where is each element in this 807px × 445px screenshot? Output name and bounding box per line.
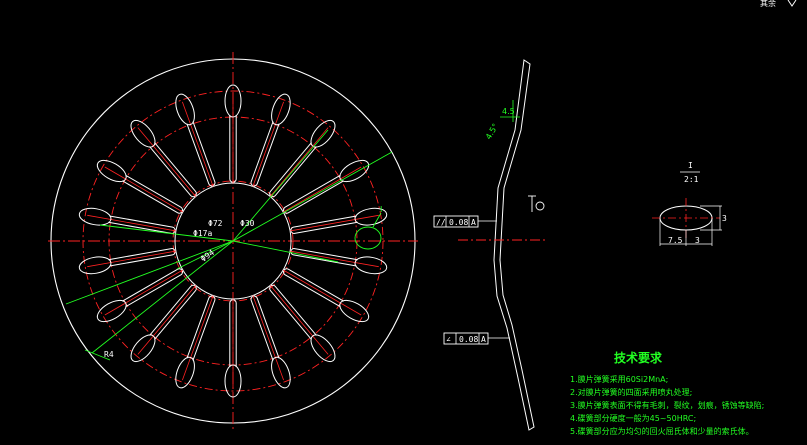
tol2-datum: A: [481, 335, 486, 344]
side-angle-dim: 4.5: [502, 107, 515, 116]
front-view: Φ72 Φ30 Φ17a Φ94 R4 I: [48, 52, 418, 430]
radial-slot: [78, 248, 176, 275]
corner-label: 其余: [760, 0, 776, 8]
radial-slot: [290, 207, 388, 234]
tech-req-item-3: 3.膜片弹簧表面不得有毛刺，裂纹，划痕，锈蚀等缺陷;: [570, 400, 764, 410]
slot-centerline: [87, 250, 176, 268]
radial-slot: [224, 84, 242, 183]
radial-slot: [175, 295, 216, 389]
detail-view: I 2:1 7.5 3 3: [652, 161, 727, 246]
radial-slot: [269, 284, 336, 363]
slot-centerline: [283, 166, 362, 213]
slot-centerline: [290, 214, 379, 232]
detail-callout-circle: [354, 226, 382, 250]
radial-slot: [130, 119, 197, 198]
detail-title: I: [688, 161, 693, 170]
dim-phi30: Φ30: [240, 219, 255, 228]
tech-req-item-1: 1.膜片弹簧采用60Si2MnA;: [570, 374, 668, 384]
slot-centerline: [252, 101, 284, 187]
tol1-symbol: //: [436, 218, 446, 227]
detail-scale: 2:1: [684, 175, 699, 184]
side-angle-top: 4.5°: [484, 122, 500, 141]
cad-drawing-canvas[interactable]: 其余 Φ72 Φ30 Φ17a Φ94 R4 I 4.5 4.5° // 0.0…: [0, 0, 807, 445]
dim-leader-7: [232, 240, 339, 263]
radial-slot: [130, 284, 197, 363]
slot-centerline: [290, 250, 379, 268]
tech-req-title: 技术要求: [614, 350, 663, 365]
tech-req-item-2: 2.对膜片弹簧的四面采用喷丸处理;: [570, 387, 692, 397]
detail-dim-a: 7.5: [668, 236, 683, 245]
slot-centerline: [104, 166, 183, 213]
slot-centerline: [182, 295, 214, 381]
radial-slot: [250, 295, 291, 389]
tol1-value: 0.08: [449, 218, 468, 227]
radial-slot: [78, 207, 176, 234]
tech-req-item-5: 5.碟簧部分应为均匀的回火屈氏体和少量的索氏体。: [570, 426, 754, 436]
dim-phi17a: Φ17a: [193, 229, 212, 238]
detail-dim-height: 3: [722, 214, 727, 223]
slot-centerline: [252, 295, 284, 381]
radial-slot: [96, 159, 183, 214]
slot-centerline: [283, 269, 362, 316]
slot-centerline: [137, 285, 197, 355]
radial-slot: [96, 268, 183, 323]
radial-slot: [250, 93, 291, 187]
dim-r4: R4: [104, 350, 114, 359]
radial-slot: [175, 93, 216, 187]
radial-slot: [283, 268, 370, 323]
radial-slot: [269, 119, 336, 198]
detail-callout-label: I: [380, 205, 382, 214]
side-view: 4.5 4.5° // 0.08 A ∠ 0.08 A: [433, 59, 545, 431]
slot-centerline: [269, 127, 329, 197]
radial-slot: [283, 159, 370, 214]
slot-centerline: [269, 285, 329, 355]
datum-circle-icon: [535, 201, 545, 211]
slot-centerline: [182, 101, 214, 187]
tech-req-item-4: 4.碟簧部分硬度一般为45~50HRC;: [570, 413, 696, 423]
tol1-datum: A: [471, 218, 476, 227]
detail-callout-leader: [372, 212, 382, 228]
dim-phi72: Φ72: [208, 219, 223, 228]
slot-centerline: [137, 127, 197, 197]
tol2-symbol: ∠: [446, 335, 451, 344]
tol2-value: 0.08: [459, 335, 478, 344]
detail-dim-b: 3: [695, 236, 700, 245]
radial-slot: [224, 299, 242, 398]
technical-requirements: 技术要求 1.膜片弹簧采用60Si2MnA; 2.对膜片弹簧的四面采用喷丸处理;…: [570, 350, 764, 436]
roughness-symbol-icon: [787, 0, 797, 7]
slot-centerline: [104, 269, 183, 316]
